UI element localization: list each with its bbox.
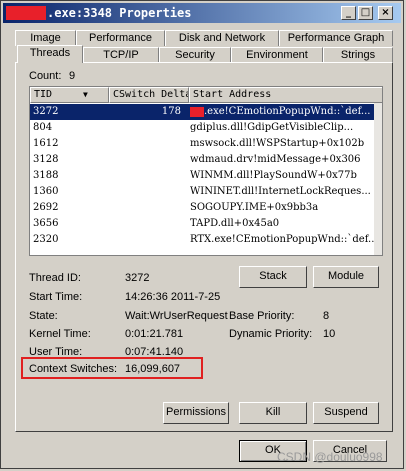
redacted-module-name [190,106,204,117]
table-row[interactable]: 3128 wdmaud.drv!midMessage+0x306 [30,152,376,168]
start-time-value: 14:26:36 2011-7-25 [125,291,221,303]
permissions-button[interactable]: Permissions [163,402,229,424]
thread-list[interactable]: TID ▼ CSwitch Delta Start Address 3272 1… [29,86,383,256]
table-row[interactable]: 3656 TAPD.dll+0x45a0 [30,216,376,232]
kernel-time-label: Kernel Time: [29,328,91,340]
cell-tid: 3272 [33,106,59,117]
cell-start-address: .exe!CEmotionPopupWnd::`def... [204,106,371,117]
tab-performance[interactable]: Performance [76,30,165,46]
cell-tid: 3128 [33,154,59,165]
dynamic-priority-value: 10 [323,328,336,340]
column-header-tid-label: TID [34,89,53,100]
sort-arrow-icon: ▼ [83,90,88,99]
tab-threads[interactable]: Threads [17,45,83,63]
state-label: State: [29,310,58,322]
tab-tcp-ip[interactable]: TCP/IP [83,47,159,63]
module-button[interactable]: Module [313,266,379,288]
cell-tid: 3656 [33,218,59,229]
table-row[interactable]: 1612 mswsock.dll!WSPStartup+0x102b [30,136,376,152]
table-row[interactable]: 1360 WININET.dll!InternetLockReques... [30,184,376,200]
tab-performance-graph[interactable]: Performance Graph [279,30,393,46]
close-button[interactable]: × [378,6,393,20]
context-switches-label: Context Switches: [29,363,118,375]
table-row[interactable]: 3188 WINMM.dll!PlaySoundW+0x77b [30,168,376,184]
maximize-button[interactable]: □ [358,6,373,20]
table-row[interactable]: 804 gdiplus.dll!GdipGetVisibleClip... [30,120,376,136]
thread-list-header: TID ▼ CSwitch Delta Start Address [30,87,382,103]
base-priority-label: Base Priority: [229,310,295,322]
table-row[interactable]: 3272 178 .exe!CEmotionPopupWnd::`def... [30,104,376,120]
cell-start-address: TAPD.dll+0x45a0 [190,218,280,229]
tab-image[interactable]: Image [15,30,76,46]
base-priority-value: 8 [323,310,330,322]
cell-start-address: wdmaud.drv!midMessage+0x306 [190,154,361,165]
column-header-start-address[interactable]: Start Address [189,87,382,103]
start-time-label: Start Time: [29,291,83,303]
watermark: CSDN @douluo998 [277,450,383,464]
redacted-process-name [6,6,46,20]
tab-strings[interactable]: Strings [323,47,393,63]
thread-id-label: Thread ID: [29,272,81,284]
count-label: Count: [29,70,62,82]
tab-security[interactable]: Security [159,47,231,63]
cell-tid: 804 [33,122,53,133]
table-row[interactable]: 2692 SOGOUPY.IME+0x9bb3a [30,200,376,216]
context-switches-value: 16,099,607 [125,363,181,375]
cell-start-address: gdiplus.dll!GdipGetVisibleClip... [190,122,354,133]
cell-tid: 1360 [33,186,59,197]
stack-button[interactable]: Stack [239,266,307,288]
kernel-time-value: 0:01:21.781 [125,328,184,340]
tab-disk-and-network[interactable]: Disk and Network [165,30,279,46]
cell-tid: 3188 [33,170,59,181]
tab-environment[interactable]: Environment [231,47,323,63]
cell-cswitch-delta: 178 [161,106,181,117]
window-title: .exe:3348 Properties [47,6,192,20]
cell-start-address: SOGOUPY.IME+0x9bb3a [190,202,319,213]
kill-button[interactable]: Kill [239,402,307,424]
vertical-scrollbar[interactable] [374,103,382,255]
suspend-button[interactable]: Suspend [313,402,379,424]
cell-tid: 1612 [33,138,59,149]
cell-start-address: mswsock.dll!WSPStartup+0x102b [190,138,365,149]
cell-tid: 2320 [33,234,59,245]
cell-tid: 2692 [33,202,59,213]
title-bar[interactable]: .exe:3348 Properties _ □ × [3,3,401,23]
cell-start-address: RTX.exe!CEmotionPopupWnd::`def... [190,234,376,245]
column-header-cswitch-delta[interactable]: CSwitch Delta [109,87,189,103]
cell-start-address-wrap: .exe!CEmotionPopupWnd::`def... [190,104,376,120]
state-value: Wait:WrUserRequest [125,310,228,322]
column-header-tid[interactable]: TID ▼ [30,87,109,103]
count-value: 9 [69,70,76,82]
table-row[interactable]: 2320 RTX.exe!CEmotionPopupWnd::`def... [30,232,376,248]
cell-start-address: WINMM.dll!PlaySoundW+0x77b [190,170,357,181]
cell-start-address: WININET.dll!InternetLockReques... [190,186,371,197]
dynamic-priority-label: Dynamic Priority: [229,328,313,340]
thread-id-value: 3272 [125,272,150,284]
minimize-button[interactable]: _ [341,6,356,20]
properties-window: .exe:3348 Properties _ □ × Image Perform… [0,0,404,469]
